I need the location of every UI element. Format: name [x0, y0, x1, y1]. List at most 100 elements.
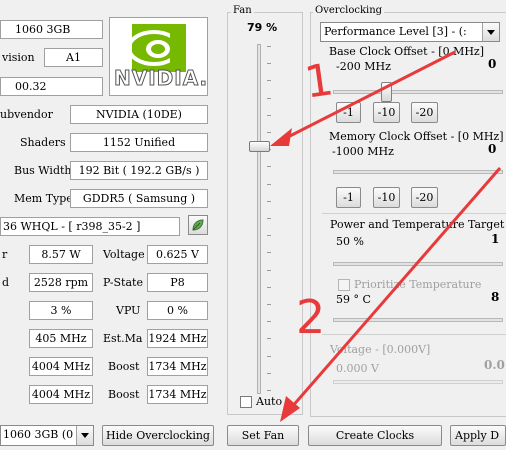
- memory-clock-minus-1-button[interactable]: -1: [336, 187, 361, 208]
- annotation-number-2: 2: [296, 290, 326, 344]
- voltage-field: 0.625 V: [147, 245, 208, 264]
- power-label: r: [2, 248, 8, 261]
- performance-level-value: Performance Level [3] - (:: [324, 25, 467, 38]
- nvidia-logo: NVIDIA.: [109, 17, 208, 96]
- fan-slider-tick: [267, 200, 271, 202]
- fan-slider-tick: [267, 372, 271, 374]
- memory-clock-max: 0: [488, 142, 497, 156]
- gpu-select-value: 1060 3GB (0: [3, 428, 74, 441]
- base-clock-slider-track[interactable]: [333, 90, 503, 94]
- default-memory-field: 4004 MHz: [29, 385, 93, 404]
- set-fan-button[interactable]: Set Fan: [227, 425, 299, 446]
- base-clock-minus-10-button[interactable]: -10: [373, 102, 400, 123]
- fan-auto-checkbox[interactable]: [240, 396, 252, 408]
- bus-width-label: Bus Width: [14, 164, 72, 177]
- voltage-label: Voltage: [103, 248, 145, 261]
- driver-info-button[interactable]: [188, 215, 208, 235]
- fan-slider-tick: [267, 235, 271, 237]
- memory-clock-label: Memory Clock Offset - [0 MHz]: [329, 130, 504, 143]
- revision-field: A1: [44, 48, 103, 67]
- mem-type-field: GDDR5 ( Samsung ): [70, 189, 208, 208]
- base-clock-label: Base Clock Offset - [0 MHz]: [329, 45, 485, 58]
- fan-slider-tick: [267, 183, 271, 185]
- fan-slider-tick: [267, 286, 271, 288]
- fan-slider-tick: [267, 46, 271, 47]
- overclocking-title: Overclocking: [313, 5, 385, 16]
- fan-auto-label: Auto: [256, 395, 283, 408]
- gpu-clock-field: 405 MHz: [29, 329, 93, 348]
- chevron-down-icon: [76, 426, 93, 445]
- revision-label: vision: [2, 51, 35, 64]
- create-clocks-button[interactable]: Create Clocks: [308, 425, 442, 446]
- fan-slider-thumb[interactable]: [249, 140, 270, 152]
- bus-width-field: 192 Bit ( 192.2 GB/s ): [70, 161, 208, 180]
- fan-group: [227, 12, 303, 415]
- base-clock-minus-20-button[interactable]: -20: [411, 102, 438, 123]
- prioritize-temp-checkbox[interactable]: [338, 279, 350, 291]
- boost1-label: Boost: [108, 360, 140, 373]
- memory-clock-field: 4004 MHz: [29, 357, 93, 376]
- fan-rpm-field: 2528 rpm: [29, 273, 93, 292]
- fan-percent: 79 %: [247, 21, 278, 34]
- pstate-label: P-State: [103, 276, 143, 289]
- base-clock-slider-thumb[interactable]: [381, 82, 392, 102]
- base-clock-minus-1-button[interactable]: -1: [336, 102, 361, 123]
- subvendor-label: ubvendor: [0, 108, 53, 121]
- fan-slider-track[interactable]: [257, 44, 261, 394]
- fan-slider-tick: [267, 97, 271, 99]
- est-max-field: 1924 MHz: [147, 329, 208, 348]
- fan-slider-tick: [267, 355, 271, 357]
- hide-overclocking-button[interactable]: Hide Overclocking: [102, 425, 214, 446]
- temp-target-max: 8: [491, 290, 500, 304]
- memory-clock-min: -1000 MHz: [332, 145, 394, 158]
- fan-slider-tick: [267, 63, 271, 65]
- mem-type-label: Mem Type: [14, 192, 73, 205]
- leaf-icon: [192, 219, 204, 231]
- fan-slider-tick: [267, 321, 271, 323]
- gpu-load-field: 3 %: [29, 301, 93, 320]
- apply-defaults-button[interactable]: Apply D: [450, 425, 506, 446]
- power-target-max: 1: [491, 232, 500, 246]
- base-clock-max: 0: [488, 57, 497, 71]
- vpu-field: 0 %: [147, 301, 208, 320]
- fan-title: Fan: [231, 5, 254, 16]
- fan-slider-tick: [267, 269, 271, 271]
- est-max-label: Est.Ma: [103, 332, 143, 345]
- bios-field: 00.32: [0, 77, 103, 96]
- power-target-slider-track[interactable]: [333, 262, 503, 266]
- shaders-field: 1152 Unified: [70, 133, 208, 152]
- fan-slider-tick: [267, 218, 271, 219]
- section-divider-2: [322, 334, 506, 335]
- memory-clock-minus-20-button[interactable]: -20: [411, 187, 438, 208]
- section-divider: [322, 213, 506, 214]
- fan-slider-tick: [267, 114, 271, 116]
- chevron-down-icon: [482, 23, 499, 41]
- pstate-field: P8: [147, 273, 208, 292]
- voltage-offset-label: Voltage - [0.000V]: [330, 343, 431, 356]
- performance-level-select[interactable]: Performance Level [3] - (:: [320, 22, 500, 42]
- memory-clock-minus-10-button[interactable]: -10: [373, 187, 400, 208]
- fan-slider-tick: [267, 304, 271, 305]
- voltage-offset-max: 0.0: [484, 358, 505, 372]
- boost2-field: 1734 MHz: [147, 385, 208, 404]
- fan-slider-tick: [267, 166, 271, 168]
- fan-rpm-label: d: [2, 276, 10, 289]
- card-name-field: 1060 3GB: [0, 20, 103, 39]
- shaders-label: Shaders: [20, 136, 66, 149]
- fan-slider-tick: [267, 338, 271, 340]
- prioritize-temp-label: Prioritize Temperature: [354, 278, 482, 291]
- temp-target-value: 59 ° C: [336, 293, 371, 306]
- power-field: 8.57 W: [29, 245, 93, 264]
- fan-slider-tick: [267, 80, 271, 82]
- voltage-offset-slider-track[interactable]: [333, 380, 503, 384]
- fan-slider-tick: [267, 252, 271, 254]
- fan-slider-tick: [267, 132, 271, 133]
- base-clock-min: -200 MHz: [336, 60, 391, 73]
- power-target-label: Power and Temperature Target: [330, 218, 505, 231]
- temp-target-slider-track[interactable]: [333, 318, 503, 322]
- memory-clock-slider-track[interactable]: [333, 170, 503, 174]
- fan-slider-tick: [267, 390, 271, 391]
- driver-field: 36 WHQL - [ r398_35-2 ]: [0, 217, 180, 236]
- gpu-select[interactable]: 1060 3GB (0: [0, 425, 94, 446]
- nvidia-wordmark: NVIDIA.: [114, 66, 209, 91]
